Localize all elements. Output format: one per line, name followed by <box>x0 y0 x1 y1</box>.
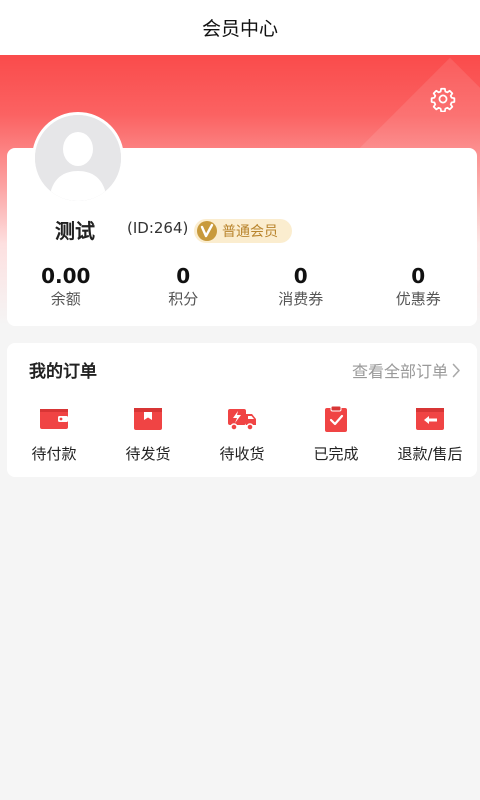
order-status-shortcuts: 待付款 待发货 待收货 已完成 退款/售后 <box>7 405 477 465</box>
stat-value: 0 <box>176 264 191 288</box>
wallet-icon <box>40 409 68 429</box>
orders-title: 我的订单 <box>29 362 97 382</box>
order-pending-receipt[interactable]: 待收货 <box>195 405 289 465</box>
my-orders-card: 我的订单 查看全部订单 待付款 待发货 待收货 已完成 退款/售后 <box>7 343 477 477</box>
box-icon <box>134 408 162 430</box>
user-avatar[interactable] <box>32 112 124 204</box>
order-item-label: 退款/售后 <box>397 445 463 463</box>
refund-icon <box>416 408 444 430</box>
member-level-label: 普通会员 <box>222 224 278 240</box>
truck-icon <box>228 409 256 431</box>
stat-coupons[interactable]: 0 优惠券 <box>360 263 478 313</box>
order-item-label: 待收货 <box>219 445 265 463</box>
view-all-orders-link[interactable]: 查看全部订单 <box>352 358 461 382</box>
order-refund-aftersales[interactable]: 退款/售后 <box>383 405 477 465</box>
stat-label: 消费券 <box>278 290 324 308</box>
order-pending-payment[interactable]: 待付款 <box>7 405 101 465</box>
order-completed[interactable]: 已完成 <box>289 405 383 465</box>
member-level-badge: 普通会员 <box>194 219 292 243</box>
account-stats: 0.00 余额 0 积分 0 消费券 0 优惠券 <box>7 263 477 313</box>
order-item-label: 已完成 <box>313 445 359 463</box>
stat-label: 优惠券 <box>395 290 441 308</box>
user-id: (ID:264) <box>127 219 189 237</box>
order-item-label: 待发货 <box>125 445 171 463</box>
user-name: 测试 <box>55 219 95 243</box>
stat-value: 0 <box>411 264 426 288</box>
order-pending-shipment[interactable]: 待发货 <box>101 405 195 465</box>
stat-label: 余额 <box>50 290 81 308</box>
chevron-right-icon <box>452 363 460 377</box>
vip-v-icon <box>197 221 217 241</box>
top-nav-bar: 会员中心 <box>0 0 480 55</box>
settings-gear-icon[interactable] <box>430 86 456 112</box>
stat-value: 0.00 <box>41 264 91 288</box>
order-item-label: 待付款 <box>31 445 77 463</box>
stat-balance[interactable]: 0.00 余额 <box>7 263 125 313</box>
stat-label: 积分 <box>168 290 199 308</box>
clipboard-check-icon <box>325 405 347 432</box>
default-avatar-icon <box>35 115 121 201</box>
view-all-orders-label: 查看全部订单 <box>351 362 448 381</box>
page-title: 会员中心 <box>201 18 278 40</box>
stat-points[interactable]: 0 积分 <box>125 263 243 313</box>
stat-vouchers[interactable]: 0 消费券 <box>242 263 360 313</box>
stat-value: 0 <box>293 264 308 288</box>
